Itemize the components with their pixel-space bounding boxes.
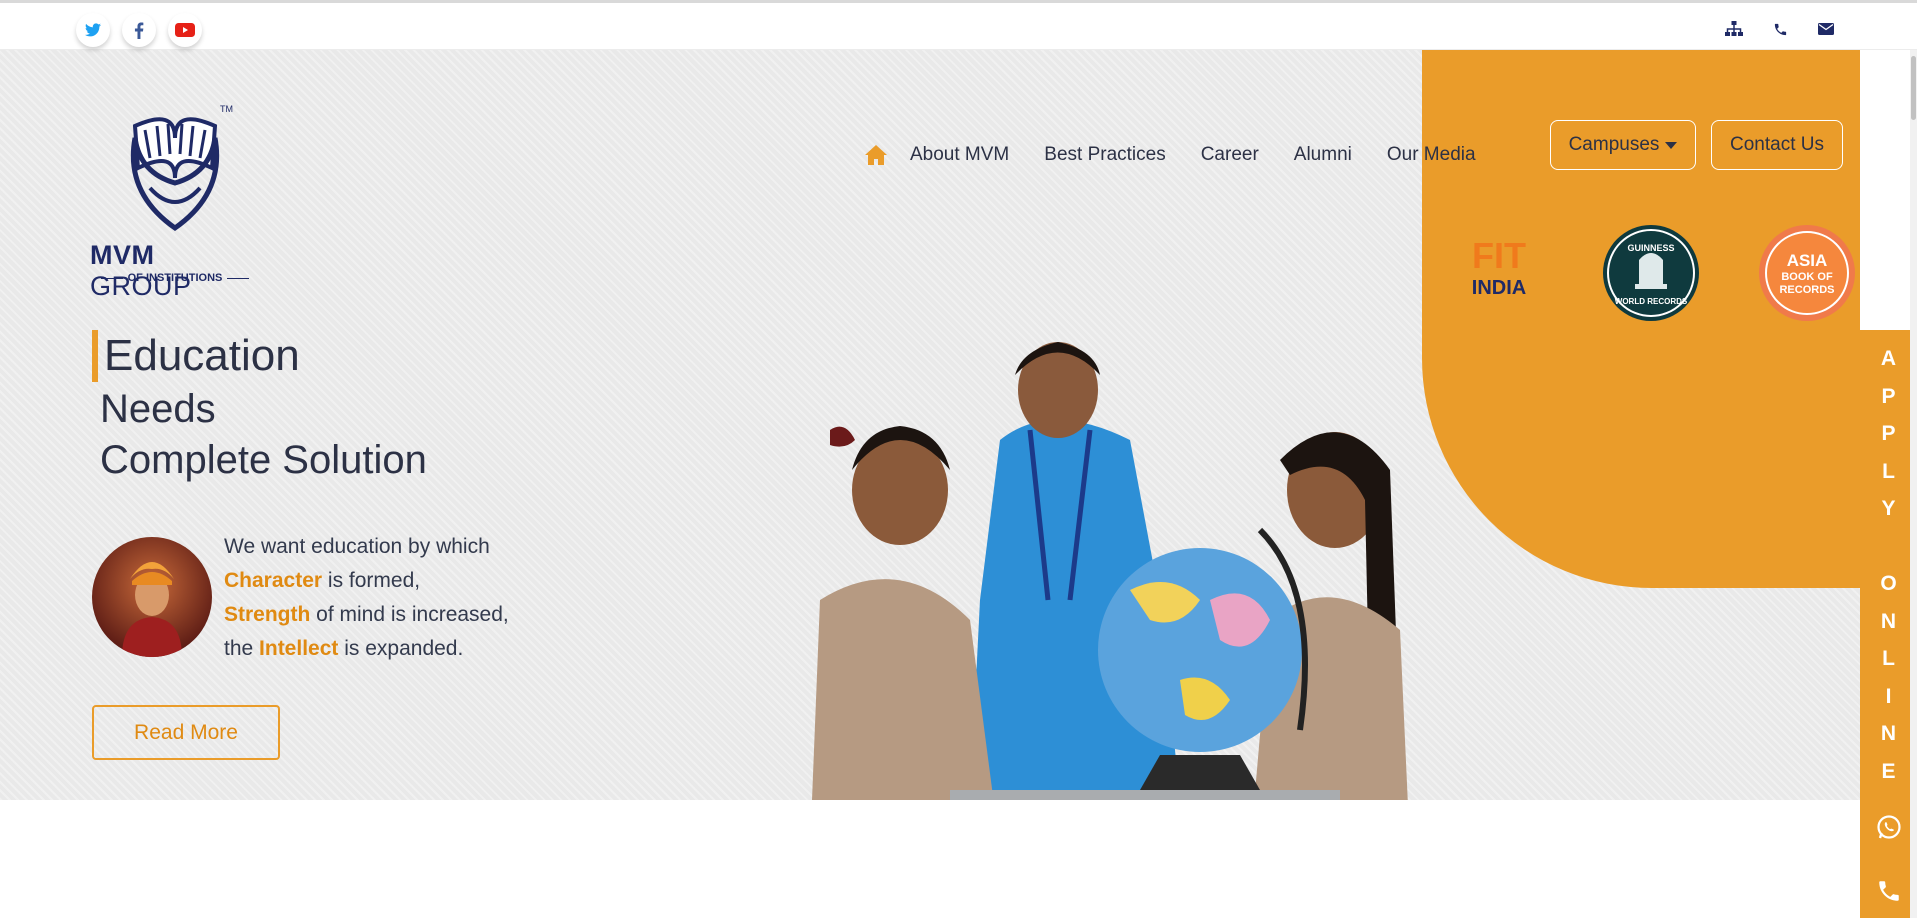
apply-letter: I <box>1885 684 1892 708</box>
nav-about-mvm[interactable]: About MVM <box>910 144 1009 166</box>
nav-best-practices[interactable]: Best Practices <box>1044 144 1165 166</box>
hero-headline: Education Needs Complete Solution <box>92 330 427 486</box>
phone-icon[interactable] <box>1771 20 1789 38</box>
scrollbar-track[interactable] <box>1910 50 1917 918</box>
campuses-dropdown[interactable]: Campuses <box>1550 120 1696 170</box>
quote-line-3: Strength of mind is increased, <box>224 603 509 626</box>
india-text: INDIA <box>1472 277 1526 299</box>
read-more-button[interactable]: Read More <box>92 705 280 760</box>
nav-career[interactable]: Career <box>1201 144 1259 166</box>
asia-book-of-records-badge[interactable]: ASIA BOOK OF RECORDS <box>1758 224 1856 322</box>
trademark: TM <box>220 104 233 114</box>
phone-icon[interactable] <box>1876 878 1902 904</box>
top-bar <box>0 0 1917 50</box>
nav-our-media[interactable]: Our Media <box>1387 144 1476 166</box>
caret-down-icon <box>1665 141 1678 149</box>
apply-letter: P <box>1881 384 1896 408</box>
world-records-text: WORLD RECORDS <box>1615 297 1688 306</box>
apply-online-bar[interactable]: A P P L Y O N L I N E <box>1860 330 1917 918</box>
quote-line-2: Character is formed, <box>224 569 421 592</box>
nav-alumni[interactable]: Alumni <box>1294 144 1352 166</box>
guinness-text: GUINNESS <box>1627 243 1674 253</box>
hero-quote: We want education by which Character is … <box>224 530 509 666</box>
apply-letter: Y <box>1881 497 1896 520</box>
scrollbar-thumb[interactable] <box>1911 56 1916 120</box>
asia-text: ASIA <box>1787 251 1828 270</box>
mail-icon[interactable] <box>1817 20 1835 38</box>
social-links <box>76 13 202 47</box>
campuses-label: Campuses <box>1568 134 1660 155</box>
utility-links <box>1725 20 1835 38</box>
logo-emblem: TM <box>130 104 233 232</box>
quote-line-4: the Intellect is expanded. <box>224 637 464 660</box>
youtube-icon[interactable] <box>168 13 202 47</box>
apply-letter: N <box>1880 722 1897 745</box>
headline-line-1: Education <box>92 330 427 382</box>
facebook-icon[interactable] <box>122 13 156 47</box>
apply-letter: N <box>1880 609 1897 633</box>
apply-letter: L <box>1882 647 1895 670</box>
hero-photo-teacher-students-globe <box>800 300 1500 800</box>
highlight-character: Character <box>224 569 323 592</box>
home-icon[interactable] <box>864 144 888 166</box>
logo-brand: MVM GROUP <box>90 240 192 301</box>
guinness-world-records-badge[interactable]: GUINNESS WORLD RECORDS <box>1602 224 1700 322</box>
contact-us-button[interactable]: Contact Us <box>1711 120 1843 170</box>
main-nav: About MVM Best Practices Career Alumni O… <box>864 132 1511 178</box>
twitter-icon[interactable] <box>76 13 110 47</box>
records-text: RECORDS <box>1779 284 1834 296</box>
quote-line-1: We want education by which <box>224 535 490 558</box>
apply-letter: O <box>1880 572 1897 595</box>
headline-line-3: Complete Solution <box>100 438 427 482</box>
apply-letter: L <box>1882 459 1895 483</box>
apply-online-label: A P P L Y O N L I N E <box>1860 340 1917 790</box>
highlight-intellect: Intellect <box>259 637 339 660</box>
logo-subtitle: OF INSTITUTIONS <box>90 272 260 284</box>
highlight-strength: Strength <box>224 603 311 626</box>
sitemap-icon[interactable] <box>1725 20 1743 38</box>
apply-letter: P <box>1881 422 1896 445</box>
book-of-text: BOOK OF <box>1781 271 1833 283</box>
whatsapp-icon[interactable] <box>1876 814 1902 840</box>
apply-letter: A <box>1880 347 1897 370</box>
headline-line-2: Needs <box>100 387 216 431</box>
hero-section: TM MVM GROUP OF INSTITUTIONS About MVM B… <box>0 50 1860 800</box>
apply-letter: E <box>1881 759 1896 783</box>
page: TM MVM GROUP OF INSTITUTIONS About MVM B… <box>0 0 1917 918</box>
mvm-logo[interactable]: TM MVM GROUP OF INSTITUTIONS <box>90 98 260 301</box>
vivekananda-portrait <box>92 537 212 657</box>
fit-text: FIT <box>1472 235 1526 276</box>
